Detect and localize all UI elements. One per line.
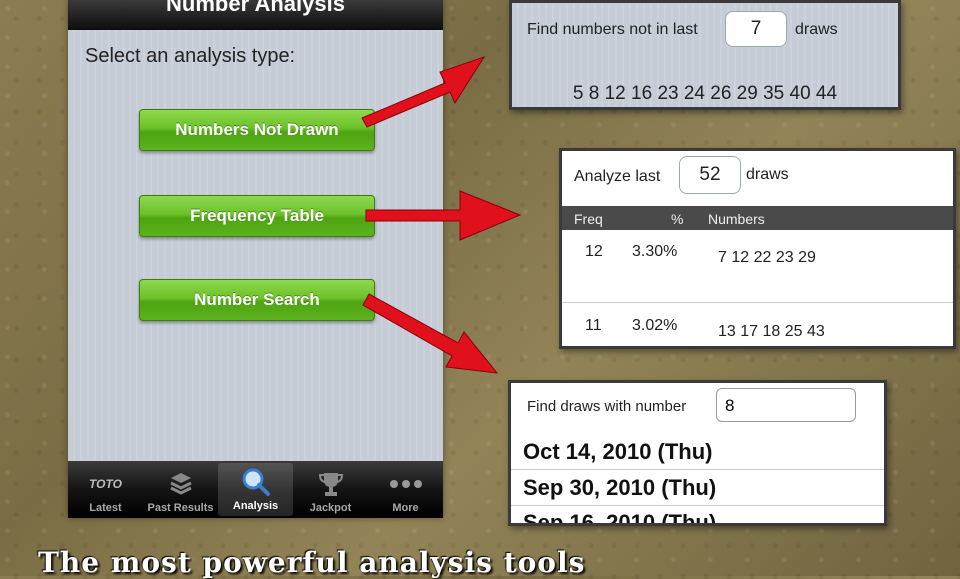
callout-arrows <box>361 56 522 374</box>
promo-tagline: The most powerful analysis tools <box>38 546 586 579</box>
arrow-to-search <box>362 293 499 374</box>
arrow-to-not-drawn <box>361 56 486 128</box>
arrow-to-frequency <box>365 190 522 241</box>
